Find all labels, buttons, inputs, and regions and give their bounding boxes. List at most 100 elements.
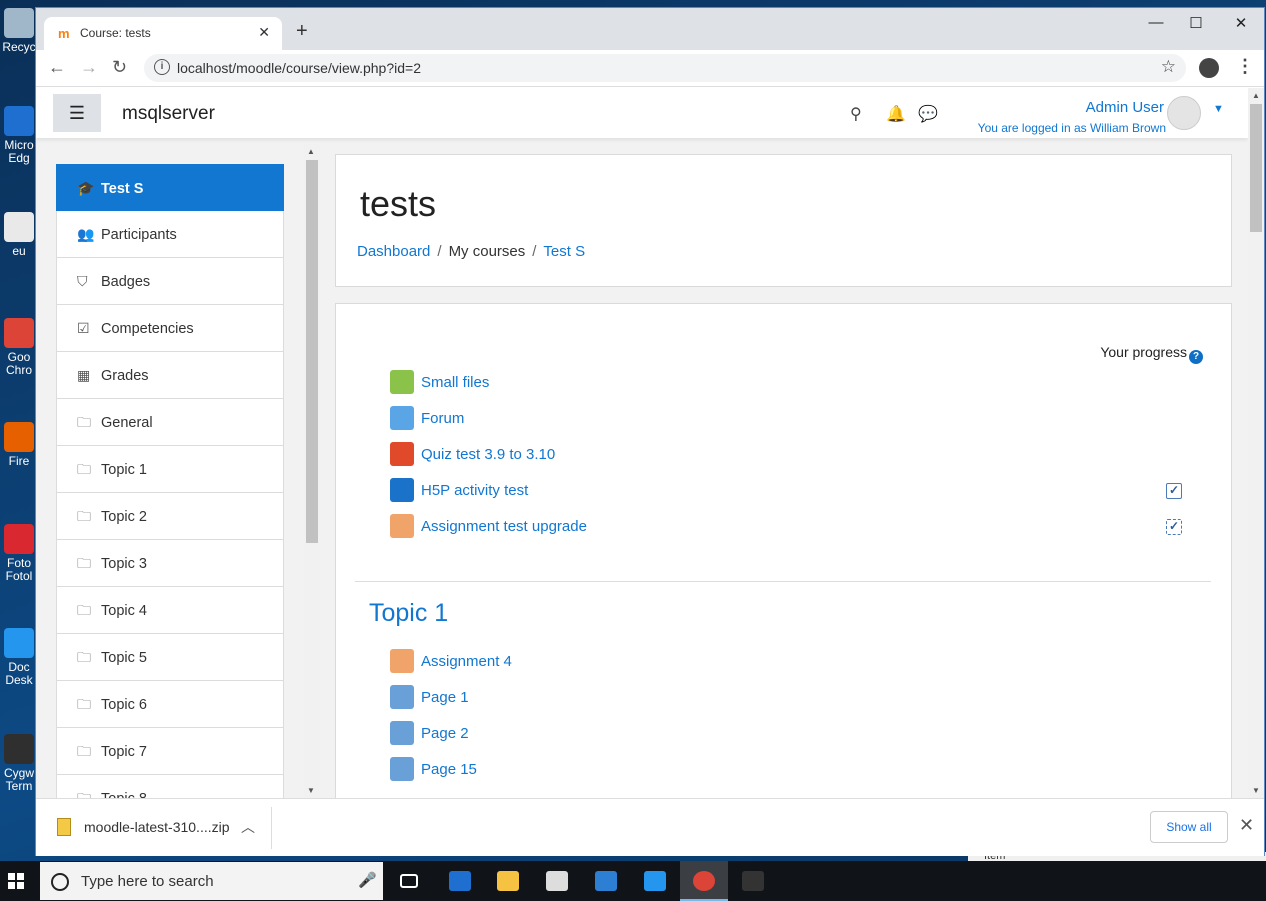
taskbar-search-placeholder[interactable]: Type here to search [81,873,214,890]
browser-window: m Course: tests ✕ + — ☐ ✕ ← → ↻ i localh… [35,7,1265,856]
nav-item[interactable]: 🗀 Topic 6 [56,681,284,728]
activity-link[interactable]: Page 15 [421,761,477,778]
assignment-icon [390,514,414,538]
reload-icon[interactable]: ↻ [112,57,127,78]
activity-link[interactable]: Page 2 [421,725,469,742]
logged-in-as: You are logged in as William Brown [977,121,1166,135]
nav-item[interactable]: 🗀 Topic 8 [56,775,284,798]
avatar[interactable] [1167,96,1201,130]
desktop-shortcut-label: Foto Fotol [5,556,33,583]
nav-item[interactable]: 👥 Participants [56,211,284,258]
bookmark-star-icon[interactable]: ☆ [1161,57,1176,77]
activity-link[interactable]: Assignment test upgrade [421,518,587,535]
nav-item[interactable]: 🗀 Topic 1 [56,446,284,493]
page-scroll-thumb[interactable] [1250,104,1262,232]
activity-link[interactable]: Small files [421,374,489,391]
nav-item[interactable]: 🗀 Topic 4 [56,587,284,634]
terminal-icon[interactable] [729,861,777,901]
nav-item[interactable]: ☑ Competencies [56,305,284,352]
scroll-up-arrow-icon[interactable]: ▲ [307,147,315,156]
completion-checkbox[interactable]: ✓ [1166,483,1182,499]
new-tab-icon[interactable]: + [296,20,308,43]
desktop-shortcut[interactable]: Fire [2,422,36,468]
moodle-header: ☰ msqlserver ⚲ 🔔 💬 Admin User You are lo… [36,88,1248,138]
activity-link[interactable]: Assignment 4 [421,653,512,670]
page-scroll-up-icon[interactable]: ▲ [1252,91,1260,100]
nav-item[interactable]: ▦ Grades [56,352,284,399]
nav-item[interactable]: ⛉ Badges [56,258,284,305]
activity-link[interactable]: H5P activity test [421,482,528,499]
download-file-name[interactable]: moodle-latest-310....zip [84,819,230,835]
minimize-icon[interactable]: — [1136,14,1176,31]
moodle-favicon-icon: m [58,26,70,41]
user-menu-caret-icon[interactable]: ▼ [1213,103,1224,115]
page-scrollbar[interactable]: ▲ ▼ [1248,88,1264,798]
page-scroll-down-icon[interactable]: ▼ [1252,786,1260,795]
desktop-shortcut[interactable]: Goo Chro [2,318,36,377]
chevron-up-icon[interactable]: ︿ [241,817,255,837]
folder-icon: 🗀 [77,555,91,571]
help-icon[interactable]: ? [1189,350,1203,364]
maximize-icon[interactable]: ☐ [1176,14,1216,32]
desktop-shortcut-icon [4,106,34,136]
breadcrumb-dashboard[interactable]: Dashboard [357,243,430,260]
site-name[interactable]: msqlserver [122,103,215,125]
show-all-button[interactable]: Show all [1150,811,1228,843]
desktop-shortcut-icon [4,524,34,554]
url-text[interactable]: localhost/moodle/course/view.php?id=2 [177,60,421,76]
chrome-icon[interactable] [680,861,728,901]
section-title-topic-1[interactable]: Topic 1 [369,599,448,628]
completion-checkbox[interactable]: ✓ [1166,519,1182,535]
activity-link[interactable]: Quiz test 3.9 to 3.10 [421,446,555,463]
task-view-icon[interactable] [385,861,433,901]
docker-icon[interactable] [631,861,679,901]
nav-item[interactable]: 🗀 Topic 7 [56,728,284,775]
browser-tab[interactable]: m Course: tests ✕ [44,17,282,50]
zip-file-icon [57,818,71,836]
nav-item[interactable]: 🗀 Topic 5 [56,634,284,681]
windows-start-icon[interactable] [8,873,24,889]
nav-item-label: Topic 6 [101,697,147,713]
activity-link[interactable]: Forum [421,410,464,427]
drawer-scroll-thumb[interactable] [306,160,318,543]
taskbar-search[interactable]: Type here to search 🎤 [40,862,383,900]
nav-item-label: Topic 2 [101,509,147,525]
tab-close-icon[interactable]: ✕ [258,24,270,41]
desktop-shortcut[interactable]: eu [2,212,36,258]
nav-item[interactable]: 🎓 Test S [56,164,284,211]
nav-item[interactable]: 🗀 Topic 2 [56,493,284,540]
microphone-icon[interactable]: 🎤 [358,871,377,889]
close-download-bar-icon[interactable]: ✕ [1239,815,1254,836]
close-window-icon[interactable]: ✕ [1221,14,1261,32]
address-bar[interactable]: i localhost/moodle/course/view.php?id=2 … [144,54,1186,82]
messages-icon[interactable]: 💬 [918,104,938,124]
back-icon[interactable]: ← [48,57,66,78]
desktop-shortcut[interactable]: Cygw Term [2,734,36,793]
nav-item[interactable]: 🗀 General [56,399,284,446]
cortana-icon[interactable] [51,873,69,891]
mail-icon[interactable] [582,861,630,901]
activity-link[interactable]: Page 1 [421,689,469,706]
drawer-toggle-button[interactable]: ☰ [53,94,101,132]
notifications-bell-icon[interactable]: 🔔 [886,104,906,124]
scroll-down-arrow-icon[interactable]: ▼ [307,786,315,795]
desktop-shortcut[interactable]: Recyc [2,8,36,54]
nav-item[interactable]: 🗀 Topic 3 [56,540,284,587]
browser-menu-icon[interactable]: ⋮ [1236,56,1254,77]
file-explorer-icon[interactable] [484,861,532,901]
desktop-shortcut-icon [4,8,34,38]
user-name[interactable]: Admin User [1086,99,1164,116]
edge-icon[interactable] [436,861,484,901]
desktop-shortcut[interactable]: Micro Edg [2,106,36,165]
profile-icon[interactable] [1199,58,1219,78]
desktop-shortcut[interactable]: Foto Fotol [2,524,36,583]
mail-icon-glyph [595,871,617,891]
desktop-shortcut[interactable]: Doc Desk [2,628,36,687]
breadcrumb-separator: / [532,243,537,260]
search-icon[interactable]: ⚲ [850,104,862,124]
forward-icon[interactable]: → [80,57,98,78]
store-icon[interactable] [533,861,581,901]
drawer-scrollbar[interactable]: ▲ ▼ [304,144,320,798]
breadcrumb-course[interactable]: Test S [543,243,585,260]
site-info-icon[interactable]: i [154,59,170,75]
